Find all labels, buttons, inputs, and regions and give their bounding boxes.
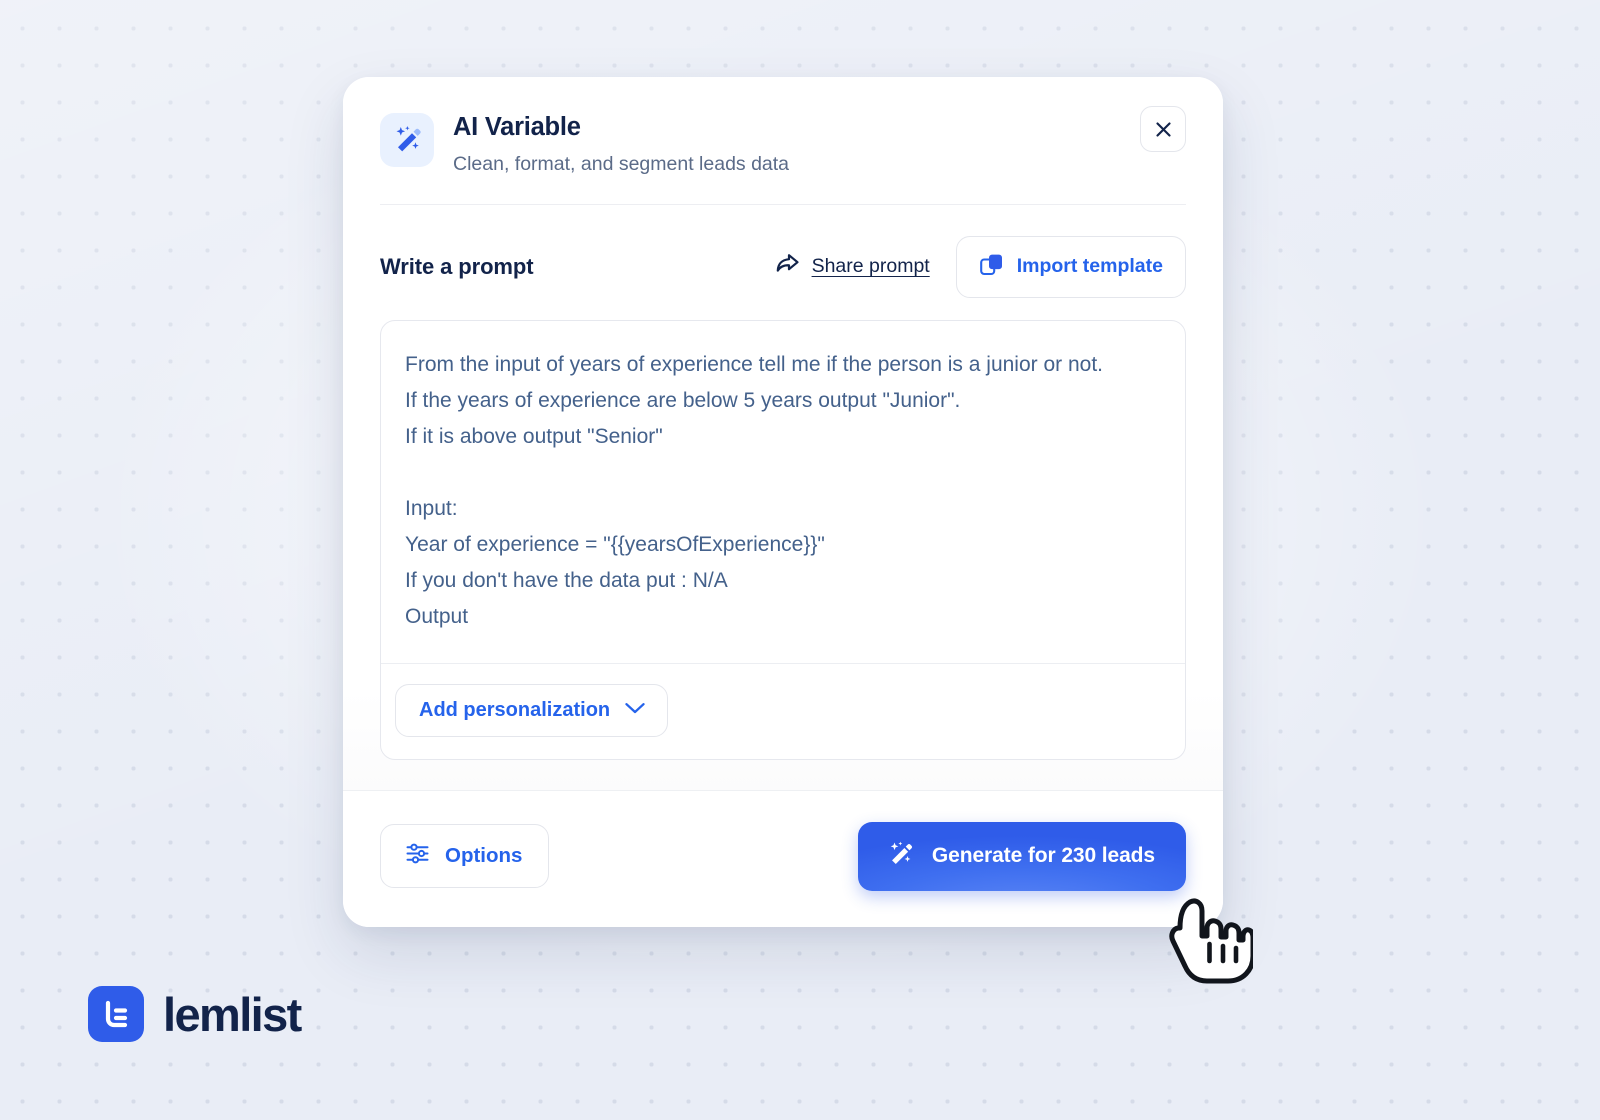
dialog-header-text: AI Variable Clean, format, and segment l…	[453, 111, 789, 177]
magic-wand-icon	[380, 113, 434, 167]
generate-button-label: Generate for 230 leads	[931, 844, 1155, 868]
lemlist-logo-icon	[88, 986, 144, 1042]
share-prompt-label: Share prompt	[811, 255, 930, 278]
prompt-section-label: Write a prompt	[380, 253, 534, 279]
prompt-header-actions: Share prompt Import template	[774, 235, 1186, 298]
dialog-body: AI Variable Clean, format, and segment l…	[343, 77, 1223, 790]
dialog-header: AI Variable Clean, format, and segment l…	[380, 77, 1186, 177]
add-personalization-button[interactable]: Add personalization	[395, 683, 669, 737]
import-template-label: Import template	[1016, 255, 1163, 278]
options-button[interactable]: Options	[380, 824, 550, 889]
brand-name: lemlist	[163, 987, 302, 1041]
sliders-icon	[405, 841, 430, 871]
dialog-subtitle: Clean, format, and segment leads data	[453, 152, 790, 175]
close-icon	[1155, 121, 1171, 137]
magic-wand-icon	[885, 839, 915, 874]
dialog-footer: Options Generate for 230 leads	[343, 789, 1223, 927]
import-template-button[interactable]: Import template	[955, 235, 1186, 298]
prompt-input[interactable]: From the input of years of experience te…	[381, 321, 1185, 663]
options-label: Options	[445, 844, 523, 868]
prompt-header-row: Write a prompt Share prompt Import templ…	[380, 205, 1186, 298]
copy-icon	[979, 252, 1004, 282]
chevron-down-icon	[624, 701, 646, 720]
ai-variable-dialog: AI Variable Clean, format, and segment l…	[343, 77, 1223, 927]
lemlist-brand: lemlist	[88, 986, 302, 1042]
prompt-box: From the input of years of experience te…	[380, 319, 1186, 760]
page-title: AI Variable	[453, 113, 581, 141]
share-arrow-icon	[774, 252, 801, 281]
close-button[interactable]	[1140, 106, 1186, 152]
share-prompt-button[interactable]: Share prompt	[774, 252, 930, 281]
add-personalization-label: Add personalization	[419, 698, 611, 721]
generate-button[interactable]: Generate for 230 leads	[857, 821, 1186, 891]
prompt-footer: Add personalization	[381, 662, 1185, 759]
